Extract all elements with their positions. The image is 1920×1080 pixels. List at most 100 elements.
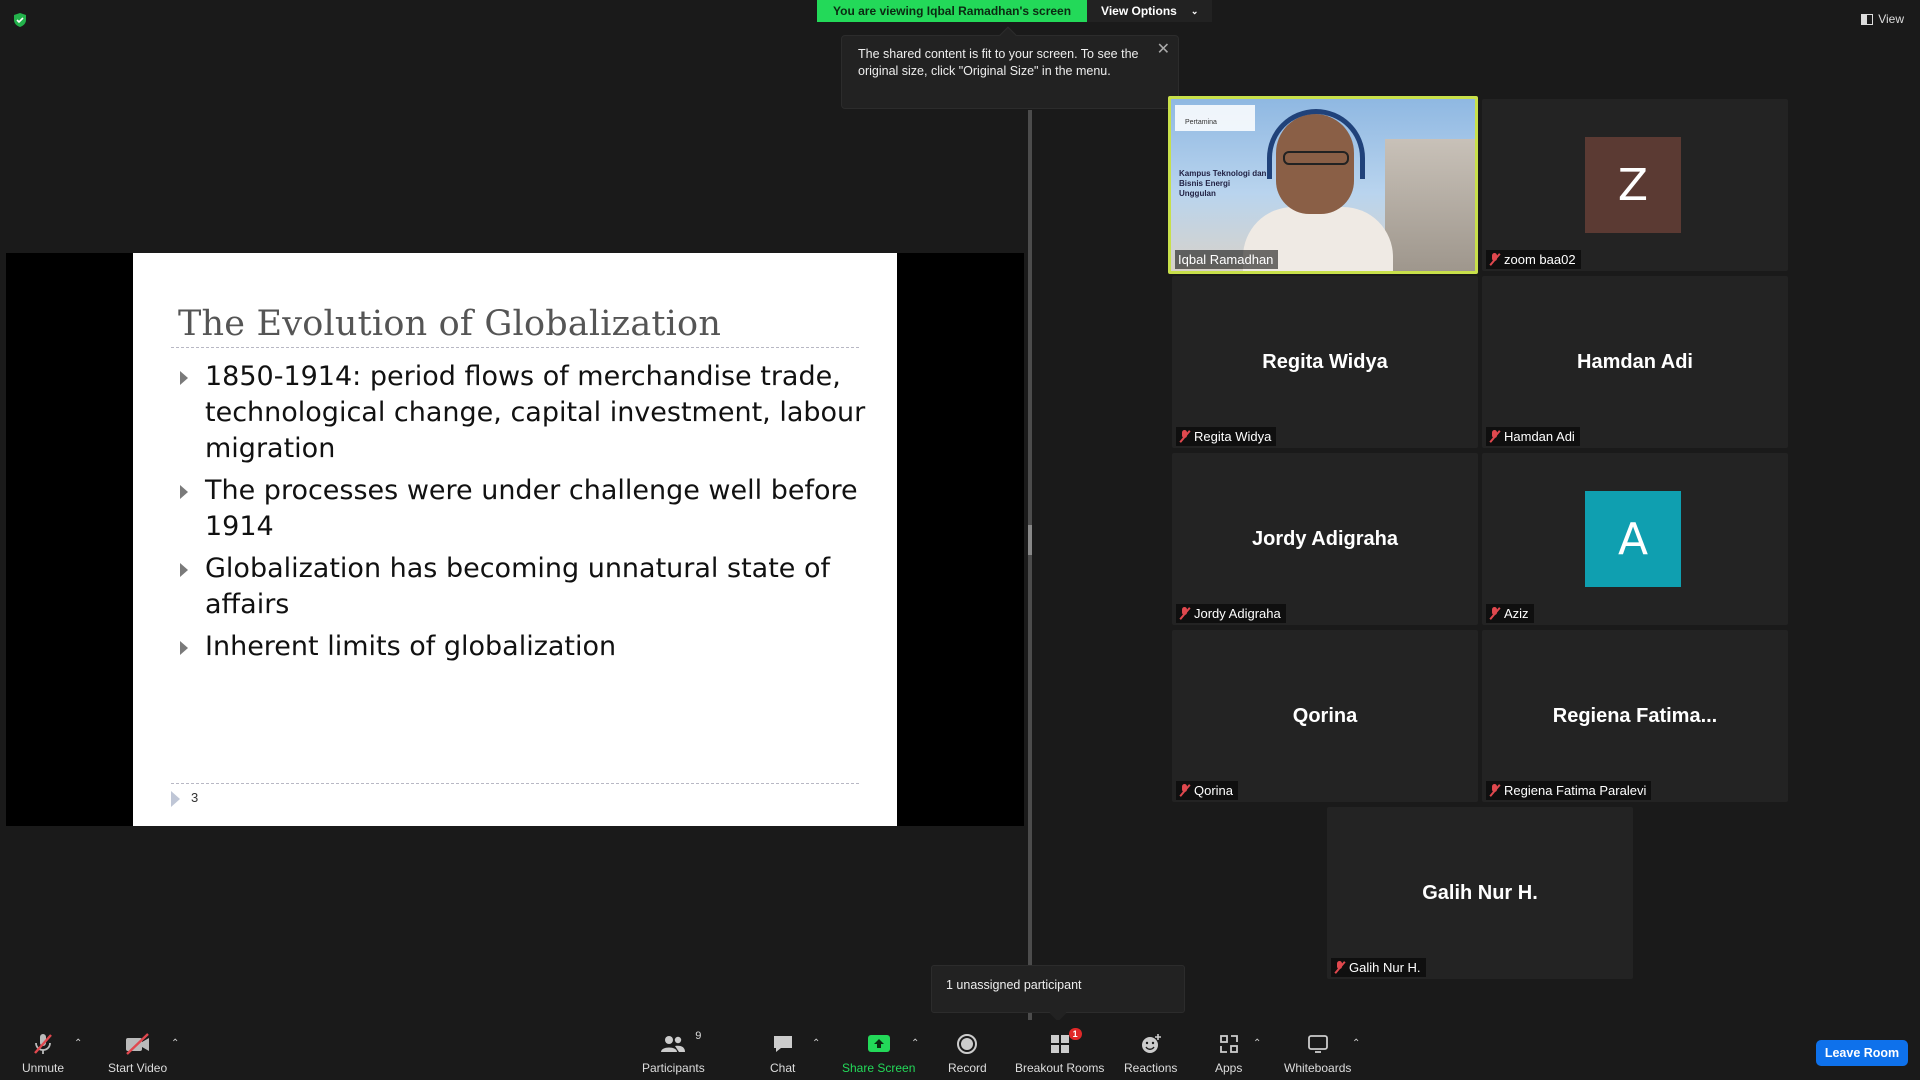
participant-name-label: Iqbal Ramadhan (1175, 250, 1279, 269)
reactions-button[interactable]: Reactions (1124, 1032, 1177, 1075)
pertamina-logo: Pertamina (1175, 105, 1255, 131)
bullet-item: 1850-1914: period flows of merchandise t… (177, 359, 867, 467)
zoom-meeting-window: You are viewing Iqbal Ramadhan's screen … (0, 0, 1920, 1080)
mic-muted-icon (1179, 607, 1190, 620)
participants-button[interactable]: 9 Participants (642, 1030, 705, 1075)
popup-arrow (1049, 1004, 1067, 1022)
view-options-button[interactable]: View Options ⌄ (1087, 0, 1213, 22)
breakout-rooms-label: Breakout Rooms (1015, 1061, 1105, 1075)
avatar: A (1585, 491, 1681, 587)
apps-button[interactable]: Apps (1215, 1032, 1242, 1075)
video-tile[interactable]: Regiena Fatima... Regiena Fatima Paralev… (1482, 630, 1788, 802)
video-tile[interactable]: Galih Nur H. Galih Nur H. (1327, 807, 1633, 979)
chevron-down-icon: ⌄ (1190, 5, 1199, 16)
bullet-text: The processes were under challenge well … (205, 475, 858, 542)
apps-icon (1217, 1032, 1241, 1056)
participants-label: Participants (642, 1061, 705, 1075)
headset (1267, 109, 1365, 179)
bullet-triangle-icon (180, 641, 188, 655)
sharing-banner-text: You are viewing Iqbal Ramadhan's screen (817, 0, 1088, 22)
reactions-label: Reactions (1124, 1061, 1178, 1075)
mic-muted-icon (1489, 430, 1500, 443)
whiteboards-options-caret-icon[interactable]: ⌃ (1352, 1038, 1360, 1049)
mic-off-icon (31, 1032, 55, 1056)
share-banner: You are viewing Iqbal Ramadhan's screen … (817, 0, 1213, 22)
audio-options-caret-icon[interactable]: ⌃ (74, 1038, 82, 1049)
participant-name: Iqbal Ramadhan (1178, 252, 1274, 267)
video-tile[interactable]: Hamdan Adi Hamdan Adi (1482, 276, 1788, 448)
mic-muted-icon (1489, 784, 1500, 797)
fit-to-screen-tooltip: ✕ The shared content is fit to your scre… (841, 26, 1179, 109)
bullet-item: Globalization has becoming unnatural sta… (177, 551, 867, 623)
unmute-button[interactable]: Unmute (22, 1032, 64, 1075)
mic-muted-icon (1489, 607, 1500, 620)
share-screen-button[interactable]: Share Screen (842, 1032, 915, 1075)
smiley-plus-icon (1139, 1032, 1163, 1056)
video-options-caret-icon[interactable]: ⌃ (171, 1038, 179, 1049)
participants-icon: 9 (659, 1030, 701, 1056)
participant-display-name: Jordy Adigraha (1252, 527, 1398, 550)
split-view-divider[interactable] (1028, 110, 1032, 1030)
record-button[interactable]: Record (948, 1032, 987, 1075)
mic-muted-icon (1489, 253, 1500, 266)
participant-name: zoom baa02 (1504, 252, 1576, 267)
footer-triangle-icon (171, 791, 180, 807)
breakout-rooms-button[interactable]: 1 Breakout Rooms (1015, 1028, 1105, 1075)
participant-display-name: Hamdan Adi (1577, 350, 1693, 373)
video-tile[interactable]: Regita Widya Regita Widya (1172, 276, 1478, 448)
view-button[interactable]: View (1861, 12, 1904, 26)
breakout-rooms-icon: 1 (1048, 1028, 1082, 1056)
video-off-icon (124, 1032, 152, 1056)
video-tile[interactable]: Qorina Qorina (1172, 630, 1478, 802)
video-tile[interactable]: A Aziz (1482, 453, 1788, 625)
participant-name: Galih Nur H. (1349, 960, 1421, 975)
whiteboards-label: Whiteboards (1284, 1061, 1352, 1075)
divider-handle[interactable] (1028, 525, 1032, 555)
participant-name: Hamdan Adi (1504, 429, 1575, 444)
breakout-rooms-badge: 1 (1068, 1028, 1082, 1040)
video-banner-text: Kampus Teknologi dan Bisnis Energi Unggu… (1179, 169, 1267, 198)
video-tile[interactable]: Jordy Adigraha Jordy Adigraha (1172, 453, 1478, 625)
participant-name: Qorina (1194, 783, 1234, 798)
participant-display-name: Regita Widya (1262, 350, 1388, 373)
video-background-building (1385, 139, 1475, 271)
mic-muted-icon (1179, 784, 1190, 797)
apps-options-caret-icon[interactable]: ⌃ (1253, 1038, 1261, 1049)
leave-room-button[interactable]: Leave Room (1816, 1040, 1908, 1066)
participant-name-label: Aziz (1486, 604, 1534, 623)
whiteboard-icon (1306, 1032, 1330, 1056)
video-tile[interactable]: Z zoom baa02 (1482, 99, 1788, 271)
record-icon (955, 1032, 979, 1056)
chat-button[interactable]: Chat (770, 1032, 795, 1075)
bullet-text: Inherent limits of globalization (205, 631, 617, 662)
start-video-button[interactable]: Start Video (108, 1032, 167, 1075)
shared-screen[interactable]: The Evolution of Globalization 1850-1914… (6, 253, 1024, 826)
share-screen-label: Share Screen (842, 1061, 916, 1075)
avatar-initial: Z (1617, 159, 1649, 211)
shield-icon[interactable] (12, 12, 28, 28)
whiteboards-button[interactable]: Whiteboards (1284, 1032, 1351, 1075)
participant-display-name: Galih Nur H. (1422, 881, 1538, 904)
bullet-item: Inherent limits of globalization (177, 629, 867, 665)
view-options-label: View Options (1101, 4, 1177, 18)
participant-name-label: Galih Nur H. (1331, 958, 1426, 977)
participant-name: Regiena Fatima Paralevi (1504, 783, 1647, 798)
start-video-label: Start Video (108, 1061, 168, 1075)
close-icon[interactable]: ✕ (1157, 41, 1170, 58)
video-tile-active-speaker[interactable]: Pertamina Kampus Teknologi dan Bisnis En… (1168, 96, 1478, 274)
participant-video: Pertamina Kampus Teknologi dan Bisnis En… (1171, 99, 1475, 271)
share-options-caret-icon[interactable]: ⌃ (911, 1038, 919, 1049)
avatar: Z (1585, 137, 1681, 233)
participant-name-label: Hamdan Adi (1486, 427, 1580, 446)
chat-icon (771, 1032, 795, 1056)
unassigned-participant-popup[interactable]: 1 unassigned participant (931, 965, 1185, 1022)
participant-name-label: Qorina (1176, 781, 1239, 800)
participants-count: 9 (695, 1030, 702, 1042)
record-label: Record (948, 1061, 987, 1075)
bullet-triangle-icon (180, 371, 188, 385)
participant-name: Regita Widya (1194, 429, 1272, 444)
chat-label: Chat (770, 1061, 796, 1075)
gallery-view-icon (1861, 13, 1874, 25)
chat-options-caret-icon[interactable]: ⌃ (812, 1038, 820, 1049)
meeting-toolbar: Unmute ⌃ Start Video ⌃ 9 Participants Ch… (0, 1020, 1920, 1080)
